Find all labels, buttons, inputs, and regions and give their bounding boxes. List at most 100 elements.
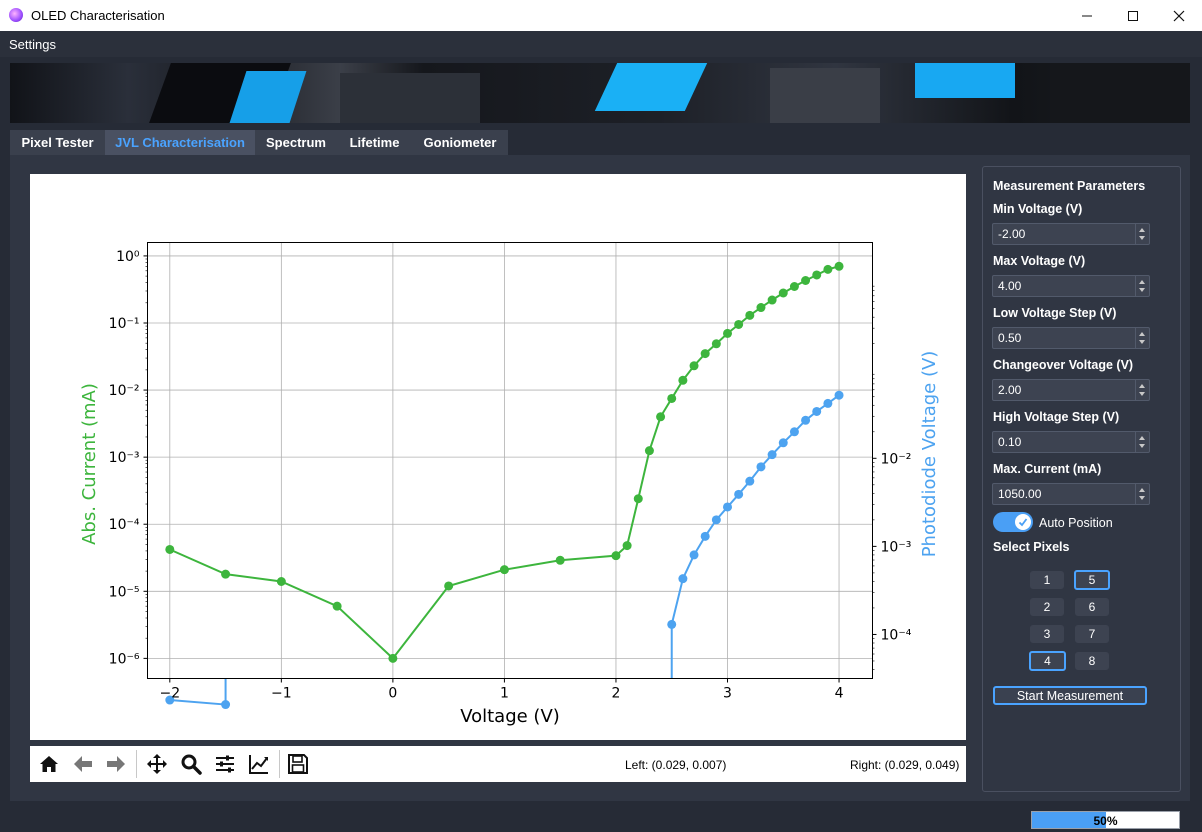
current-point — [388, 653, 398, 663]
photodiode-point — [700, 531, 710, 541]
tab-spectrum[interactable]: Spectrum — [255, 130, 337, 155]
photodiode-line — [670, 394, 840, 625]
right-tick-label: 10⁻⁴ — [881, 627, 912, 643]
progress-text: 50% — [1093, 814, 1118, 828]
tab-goniometer[interactable]: Goniometer — [412, 130, 508, 155]
max-voltage-spinbox[interactable]: 4.00 — [992, 275, 1150, 297]
current-point — [723, 328, 732, 338]
tab-pixel-tester[interactable]: Pixel Tester — [10, 130, 105, 155]
photodiode-point — [801, 415, 811, 425]
current-point — [667, 393, 677, 403]
window-title: OLED Characterisation — [31, 8, 165, 23]
photodiode-point — [711, 515, 721, 525]
x-tick-label: 4 — [835, 686, 844, 702]
current-point — [221, 569, 231, 579]
configure-subplots-icon[interactable] — [211, 751, 239, 777]
high-voltage-step-value: 0.10 — [998, 435, 1022, 449]
current-point — [165, 544, 175, 554]
current-point — [611, 551, 621, 561]
spin-arrows-icon[interactable] — [1135, 432, 1149, 452]
photodiode-point — [756, 462, 766, 472]
current-point — [767, 295, 777, 305]
photodiode-point — [689, 550, 699, 560]
left-tick-label: 10⁻⁴ — [109, 517, 140, 533]
plot-canvas[interactable]: −2 −1 0 1 2 3 4 10⁻⁶ 10⁻⁵ 10⁻⁴ 10⁻³ 10⁻² 10⁻¹ 10⁰ 10… — [30, 174, 966, 740]
tab-lifetime[interactable]: Lifetime — [337, 130, 412, 155]
current-point — [834, 261, 844, 271]
forward-arrow-icon[interactable] — [102, 751, 130, 777]
current-point — [444, 581, 454, 591]
current-point — [689, 361, 699, 371]
x-axis-ticks: −2 −1 0 1 2 3 4 — [159, 678, 844, 702]
current-point — [499, 565, 509, 575]
x-tick-label: −2 — [159, 686, 180, 702]
pan-move-icon[interactable] — [143, 751, 171, 777]
current-point — [678, 375, 688, 385]
home-icon[interactable] — [35, 751, 63, 777]
zoom-magnifier-icon[interactable] — [177, 751, 205, 777]
measurement-parameters-panel: Measurement Parameters Min Voltage (V) -… — [982, 166, 1181, 792]
spin-arrows-icon[interactable] — [1135, 380, 1149, 400]
checkmark-icon — [1015, 514, 1031, 530]
menu-bar: Settings — [0, 31, 1202, 57]
current-point — [555, 555, 565, 565]
pixel-button-7[interactable]: 7 — [1075, 625, 1109, 643]
tab-jvl-characterisation[interactable]: JVL Characterisation — [105, 130, 255, 155]
spin-arrows-icon[interactable] — [1135, 276, 1149, 296]
params-title: Measurement Parameters — [993, 179, 1146, 193]
start-measurement-button[interactable]: Start Measurement — [993, 686, 1147, 705]
changeover-voltage-spinbox[interactable]: 2.00 — [992, 379, 1150, 401]
minimize-icon[interactable] — [1064, 0, 1110, 31]
min-voltage-spinbox[interactable]: -2.00 — [992, 223, 1150, 245]
photodiode-point — [221, 700, 231, 710]
edit-axis-icon[interactable] — [245, 751, 273, 777]
pixel-button-5[interactable]: 5 — [1074, 570, 1110, 590]
pixel-button-6[interactable]: 6 — [1075, 598, 1109, 616]
back-arrow-icon[interactable] — [69, 751, 97, 777]
photodiode-point — [834, 390, 844, 400]
close-icon[interactable] — [1156, 0, 1202, 31]
x-axis-label: Voltage (V) — [460, 706, 560, 727]
high-voltage-step-spinbox[interactable]: 0.10 — [992, 431, 1150, 453]
photodiode-point — [767, 450, 777, 460]
progress-bar: 50% — [1031, 811, 1180, 829]
current-point — [756, 303, 766, 313]
spin-arrows-icon[interactable] — [1135, 224, 1149, 244]
select-pixels-label: Select Pixels — [993, 540, 1070, 554]
left-tick-label: 10⁻¹ — [109, 316, 140, 332]
maximize-icon[interactable] — [1110, 0, 1156, 31]
photodiode-point — [667, 619, 677, 629]
pixel-button-4[interactable]: 4 — [1029, 651, 1066, 671]
current-point — [745, 310, 755, 320]
current-point — [812, 270, 822, 280]
auto-position-toggle[interactable] — [993, 512, 1033, 532]
photodiode-point — [789, 427, 799, 437]
current-point — [622, 541, 632, 551]
photodiode-point — [823, 398, 833, 408]
low-voltage-step-spinbox[interactable]: 0.50 — [992, 327, 1150, 349]
min-voltage-value: -2.00 — [998, 227, 1026, 241]
right-coord-readout: Right: (0.029, 0.049) — [850, 758, 960, 772]
x-tick-label: −1 — [271, 686, 292, 702]
current-point — [778, 288, 788, 298]
pixel-button-8[interactable]: 8 — [1075, 652, 1109, 670]
low-voltage-step-label: Low Voltage Step (V) — [993, 306, 1117, 320]
left-tick-label: 10⁰ — [116, 249, 140, 265]
spin-arrows-icon[interactable] — [1135, 484, 1149, 504]
right-tick-label: 10⁻³ — [881, 539, 912, 555]
max-current-label: Max. Current (mA) — [993, 462, 1102, 476]
current-point — [656, 412, 666, 422]
current-point — [276, 576, 286, 586]
max-current-spinbox[interactable]: 1050.00 — [992, 483, 1150, 505]
left-tick-label: 10⁻⁶ — [109, 651, 140, 667]
pixel-button-2[interactable]: 2 — [1030, 598, 1064, 616]
menu-settings[interactable]: Settings — [9, 37, 56, 52]
pixel-button-3[interactable]: 3 — [1030, 625, 1064, 643]
current-point — [700, 349, 710, 359]
pixel-button-1[interactable]: 1 — [1030, 571, 1064, 589]
toolbar-separator — [136, 750, 137, 778]
x-tick-label: 2 — [612, 686, 621, 702]
plot-toolbar: Left: (0.029, 0.007) Right: (0.029, 0.04… — [30, 746, 966, 782]
save-floppy-icon[interactable] — [284, 751, 312, 777]
spin-arrows-icon[interactable] — [1135, 328, 1149, 348]
